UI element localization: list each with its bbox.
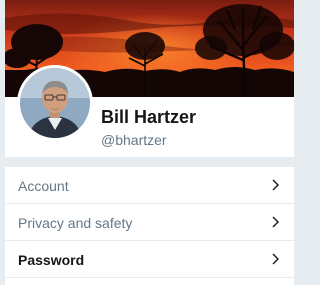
menu-item-label: Password (18, 252, 85, 268)
menu-item-privacy-and-safety[interactable]: Privacy and safety (5, 204, 294, 241)
settings-menu: Account Privacy and safety Password (5, 167, 294, 285)
chevron-right-icon (272, 253, 279, 265)
profile-photo (20, 68, 90, 138)
chevron-right-icon (272, 179, 279, 191)
menu-item-account[interactable]: Account (5, 167, 294, 204)
avatar[interactable] (17, 65, 93, 141)
profile-name[interactable]: Bill Hartzer (101, 107, 196, 128)
menu-item-label: Account (18, 178, 69, 194)
menu-item-label: Privacy and safety (18, 215, 133, 231)
profile-handle[interactable]: @bhartzer (101, 132, 167, 148)
chevron-right-icon (272, 216, 279, 228)
menu-item-password[interactable]: Password (5, 241, 294, 278)
profile-card: Bill Hartzer @bhartzer (5, 0, 294, 157)
